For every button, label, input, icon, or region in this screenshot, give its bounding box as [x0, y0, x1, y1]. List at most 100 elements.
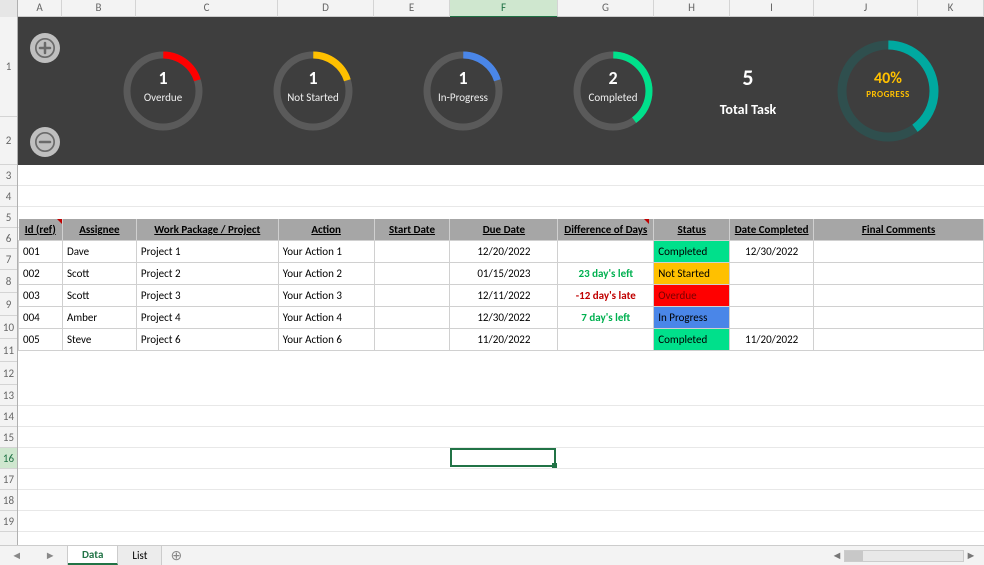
row-header-3[interactable]: 3 [0, 165, 17, 186]
cell[interactable]: 12/20/2022 [450, 241, 558, 263]
column-header-date-completed[interactable]: Date Completed [730, 219, 814, 241]
column-header-D[interactable]: D [278, 0, 374, 18]
cell[interactable]: 001 [19, 241, 63, 263]
row-header-16[interactable]: 16 [0, 448, 17, 469]
row-header-17[interactable]: 17 [0, 469, 17, 490]
column-header-action[interactable]: Action [278, 219, 374, 241]
cell[interactable]: 12/30/2022 [450, 307, 558, 329]
column-header-I[interactable]: I [730, 0, 814, 18]
tab-next-icon[interactable]: ► [45, 549, 56, 562]
column-header-A[interactable]: A [18, 0, 62, 18]
row-header-19[interactable]: 19 [0, 511, 17, 532]
cell[interactable]: 11/20/2022 [730, 329, 814, 351]
cell[interactable]: 7 day's left [558, 307, 654, 329]
horizontal-scrollbar[interactable]: ◄ ► [824, 546, 984, 565]
cell[interactable]: Project 6 [136, 329, 278, 351]
cell[interactable]: Your Action 3 [278, 285, 374, 307]
tab-prev-icon[interactable]: ◄ [11, 549, 22, 562]
column-header-F[interactable]: F [450, 0, 558, 18]
column-header-due-date[interactable]: Due Date [450, 219, 558, 241]
cell[interactable] [730, 263, 814, 285]
scroll-right-icon[interactable]: ► [964, 549, 978, 562]
row-header-14[interactable]: 14 [0, 406, 17, 427]
column-header-G[interactable]: G [558, 0, 654, 18]
column-header-H[interactable]: H [654, 0, 730, 18]
cell[interactable]: Steve [62, 329, 136, 351]
cell[interactable]: Completed [654, 329, 730, 351]
sheet-tab-data[interactable]: Data [68, 546, 118, 565]
cell[interactable] [730, 307, 814, 329]
cell[interactable]: Project 1 [136, 241, 278, 263]
column-header-id-ref-[interactable]: Id (ref) [19, 219, 63, 241]
cell[interactable]: Your Action 4 [278, 307, 374, 329]
row-header-13[interactable]: 13 [0, 385, 17, 406]
cell[interactable]: Dave [62, 241, 136, 263]
column-header-E[interactable]: E [374, 0, 450, 18]
column-header-assignee[interactable]: Assignee [62, 219, 136, 241]
row-header-5[interactable]: 5 [0, 207, 17, 228]
row-headers[interactable]: 12345678910111213141516171819 [0, 17, 18, 545]
cell[interactable]: Your Action 2 [278, 263, 374, 285]
cell[interactable] [814, 285, 984, 307]
cell[interactable] [730, 285, 814, 307]
cell[interactable] [814, 329, 984, 351]
cell[interactable] [374, 329, 450, 351]
cell[interactable] [814, 241, 984, 263]
row-header-6[interactable]: 6 [0, 228, 17, 249]
row-header-10[interactable]: 10 [0, 316, 17, 339]
row-header-12[interactable]: 12 [0, 362, 17, 385]
cell[interactable]: Your Action 1 [278, 241, 374, 263]
column-header-work-package-project[interactable]: Work Package / Project [136, 219, 278, 241]
cell[interactable]: Project 3 [136, 285, 278, 307]
cell[interactable]: 003 [19, 285, 63, 307]
row-header-8[interactable]: 8 [0, 270, 17, 293]
cell[interactable]: 12/30/2022 [730, 241, 814, 263]
cell[interactable]: -12 day's late [558, 285, 654, 307]
cell[interactable]: 12/11/2022 [450, 285, 558, 307]
row-header-7[interactable]: 7 [0, 249, 17, 270]
column-header-final-comments[interactable]: Final Comments [814, 219, 984, 241]
row-header-2[interactable]: 2 [0, 117, 17, 165]
select-all-cell[interactable] [0, 0, 18, 18]
add-sheet-button[interactable]: ⊕ [162, 546, 190, 565]
table-row[interactable]: 002ScottProject 2Your Action 201/15/2023… [19, 263, 984, 285]
cell[interactable] [558, 241, 654, 263]
column-header-C[interactable]: C [136, 0, 278, 18]
cell[interactable]: 005 [19, 329, 63, 351]
column-header-J[interactable]: J [814, 0, 918, 18]
row-header-9[interactable]: 9 [0, 293, 17, 316]
row-header-4[interactable]: 4 [0, 186, 17, 207]
tab-nav[interactable]: ◄ ► [0, 546, 68, 565]
cell[interactable]: Not Started [654, 263, 730, 285]
cell[interactable] [374, 263, 450, 285]
cell[interactable]: Scott [62, 285, 136, 307]
cell[interactable]: Project 4 [136, 307, 278, 329]
cell[interactable] [814, 307, 984, 329]
sheet-tab-list[interactable]: List [118, 546, 162, 565]
table-row[interactable]: 003ScottProject 3Your Action 3 12/11/2022… [19, 285, 984, 307]
cell[interactable]: 004 [19, 307, 63, 329]
column-header-K[interactable]: K [918, 0, 984, 18]
cell[interactable] [374, 241, 450, 263]
row-header-11[interactable]: 11 [0, 339, 17, 362]
row-header-1[interactable]: 1 [0, 17, 17, 117]
cell[interactable] [558, 329, 654, 351]
column-headers[interactable]: ABCDEFGHIJKL [0, 0, 984, 17]
scrollbar-thumb[interactable] [845, 551, 863, 561]
cell[interactable]: In Progress [654, 307, 730, 329]
cell[interactable] [814, 263, 984, 285]
table-row[interactable]: 005SteveProject 6Your Action 611/20/2022… [19, 329, 984, 351]
cell[interactable]: Overdue [654, 285, 730, 307]
column-header-difference-of-days[interactable]: Difference of Days [558, 219, 654, 241]
column-header-B[interactable]: B [62, 0, 136, 18]
cell[interactable]: 002 [19, 263, 63, 285]
table-row[interactable]: 004AmberProject 4Your Action 412/30/2022… [19, 307, 984, 329]
cell[interactable] [374, 307, 450, 329]
cell[interactable]: Scott [62, 263, 136, 285]
cell[interactable]: Completed [654, 241, 730, 263]
row-header-18[interactable]: 18 [0, 490, 17, 511]
cell[interactable] [374, 285, 450, 307]
column-header-status[interactable]: Status [654, 219, 730, 241]
cell[interactable]: 01/15/2023 [450, 263, 558, 285]
cell[interactable]: 23 day's left [558, 263, 654, 285]
